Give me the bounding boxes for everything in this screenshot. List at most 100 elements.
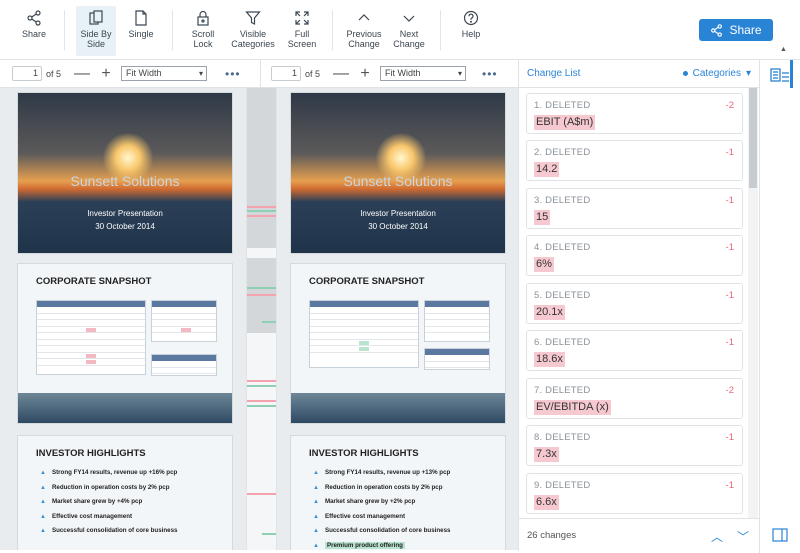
right-rail <box>759 60 800 553</box>
visible-categories-button[interactable]: Visible Categories <box>228 6 278 56</box>
list-item: ▲ Successful consolidation of core busine… <box>40 527 178 534</box>
change-item[interactable]: 3. DELETED -1 15 <box>526 188 743 229</box>
change-list[interactable]: 1. DELETED -2 EBIT (A$m) 2. DELETED -1 1… <box>518 88 759 518</box>
gutter-deletion-marker[interactable] <box>247 206 276 208</box>
scroll-lock-label-1: Scroll <box>191 29 215 39</box>
gutter-deletion-marker[interactable] <box>247 294 276 296</box>
gutter-deletion-marker[interactable] <box>247 215 276 217</box>
gutter-insertion-marker[interactable] <box>247 385 276 387</box>
toolbar-divider <box>440 10 441 50</box>
left-zoom-in-button[interactable]: + <box>97 65 115 81</box>
chevron-down-icon: ▾ <box>199 69 204 78</box>
toolbar-scroll-arrow-icon[interactable]: ▲ <box>780 46 787 53</box>
change-item-count: -1 <box>725 337 734 348</box>
panel-toggle-icon[interactable] <box>772 528 788 542</box>
single-view-button[interactable]: Single <box>122 6 160 56</box>
visible-categories-label-2: Categories <box>231 39 275 49</box>
left-page-total: of 5 <box>46 68 62 79</box>
right-document-pane[interactable]: Sunsett Solutions Investor Presentation … <box>277 88 518 550</box>
triangle-bullet-icon: ▲ <box>313 484 319 491</box>
previous-change-label-2: Change <box>348 39 380 49</box>
previous-change-chevron-icon[interactable]: ︿ <box>711 528 723 545</box>
lock-icon <box>197 10 209 26</box>
change-item[interactable]: 6. DELETED -1 18.6x <box>526 330 743 371</box>
single-view-label: Single <box>128 29 154 39</box>
left-market-summary-table <box>151 300 217 342</box>
gutter-deletion-marker[interactable] <box>247 493 276 495</box>
gutter-deletion-marker[interactable] <box>247 380 276 382</box>
scrollbar-thumb[interactable] <box>749 88 757 188</box>
gutter-deletion-marker[interactable] <box>247 400 276 402</box>
right-fit-value: Fit Width <box>385 68 421 78</box>
right-financials-table <box>309 300 419 368</box>
expand-icon <box>295 11 309 25</box>
change-item[interactable]: 7. DELETED -2 EV/EBITDA (x) <box>526 378 743 419</box>
left-fit-select[interactable]: Fit Width ▾ <box>121 66 208 81</box>
next-change-button[interactable]: Next Change <box>388 6 430 56</box>
change-item-label: 6. DELETED <box>534 337 591 348</box>
right-pane-toolbar: 1 of 5 — + Fit Width ▾ ••• <box>260 60 518 88</box>
list-item: ▲ Premium product offering <box>313 541 405 549</box>
right-highlights-title: INVESTOR HIGHLIGHTS <box>309 448 419 459</box>
table-row <box>152 368 216 374</box>
triangle-bullet-icon: ▲ <box>40 528 46 534</box>
change-item[interactable]: 2. DELETED -1 14.2 <box>526 140 743 181</box>
chevron-down-icon: ▾ <box>458 69 463 78</box>
change-nav: ︿ ﹀ <box>711 528 749 545</box>
previous-change-label-1: Previous <box>346 29 382 39</box>
change-item[interactable]: 1. DELETED -2 EBIT (A$m) <box>526 93 743 134</box>
gutter-insertion-marker[interactable] <box>262 533 276 535</box>
share-primary-button[interactable]: Share <box>699 19 773 41</box>
main-toolbar: Share Side By Side Single Scroll Lock Vi… <box>0 0 800 60</box>
change-item[interactable]: 8. DELETED -1 7.3x <box>526 425 743 466</box>
right-title-slide: Sunsett Solutions Investor Presentation … <box>290 92 506 254</box>
triangle-bullet-icon: ▲ <box>313 542 319 549</box>
scroll-lock-button[interactable]: Scroll Lock <box>184 6 222 56</box>
right-zoom-out-button[interactable]: — <box>332 65 350 81</box>
right-fit-select[interactable]: Fit Width ▾ <box>380 66 467 81</box>
gutter-insertion-marker[interactable] <box>247 405 276 407</box>
right-more-button[interactable]: ••• <box>482 67 498 81</box>
change-list-scrollbar[interactable] <box>748 88 758 518</box>
right-page-number-input[interactable]: 1 <box>271 66 301 81</box>
change-item-value: 14.2 <box>534 162 560 177</box>
change-item-label: 4. DELETED <box>534 242 591 253</box>
gutter-insertion-marker[interactable] <box>247 210 276 212</box>
share-toolbar-button[interactable]: Share <box>14 6 54 56</box>
change-list-panel-icon[interactable] <box>770 68 790 86</box>
full-screen-label-2: Screen <box>287 39 317 49</box>
change-list-title: Change List <box>527 68 581 79</box>
change-item[interactable]: 5. DELETED -1 20.1x <box>526 283 743 324</box>
left-page-number-input[interactable]: 1 <box>12 66 42 81</box>
change-item[interactable]: 4. DELETED -1 6% <box>526 235 743 276</box>
categories-dropdown[interactable]: Categories ▾ <box>682 68 751 79</box>
change-item[interactable]: 9. DELETED -1 6.6x <box>526 473 743 514</box>
right-company-name: Sunsett Solutions <box>343 173 453 189</box>
gutter-insertion-marker[interactable] <box>262 321 276 323</box>
right-zoom-in-button[interactable]: + <box>356 65 374 81</box>
table-row <box>425 327 489 333</box>
triangle-bullet-icon: ▲ <box>40 484 46 491</box>
table-row <box>152 327 216 333</box>
left-pane-toolbar: 1 of 5 — + Fit Width ▾ ••• <box>0 60 260 88</box>
full-screen-label-1: Full <box>294 29 310 39</box>
full-screen-button[interactable]: Full Screen <box>284 6 320 56</box>
left-zoom-out-button[interactable]: — <box>73 65 91 81</box>
gutter-insertion-marker[interactable] <box>247 287 276 289</box>
left-more-button[interactable]: ••• <box>225 67 241 81</box>
left-highlights-slide: INVESTOR HIGHLIGHTS ▲ Strong FY14 results… <box>17 435 233 550</box>
change-item-value: 7.3x <box>534 447 559 462</box>
previous-change-button[interactable]: Previous Change <box>342 6 386 56</box>
list-item: ▲ Market share grew by +2% pcp <box>313 498 416 505</box>
next-change-chevron-icon[interactable]: ﹀ <box>737 528 749 545</box>
side-by-side-button[interactable]: Side By Side <box>76 6 116 56</box>
right-subtitle-1: Investor Presentation <box>360 209 436 218</box>
left-document-pane[interactable]: Sunsett Solutions Investor Presentation … <box>0 88 246 550</box>
change-item-value: EBIT (A$m) <box>534 115 596 130</box>
chevron-down-icon: ▾ <box>745 68 751 79</box>
left-subtitle-1: Investor Presentation <box>87 209 163 218</box>
help-button[interactable]: Help <box>452 6 490 56</box>
table-row <box>425 362 489 368</box>
left-financials-table <box>36 300 146 375</box>
gutter-band <box>247 88 276 248</box>
